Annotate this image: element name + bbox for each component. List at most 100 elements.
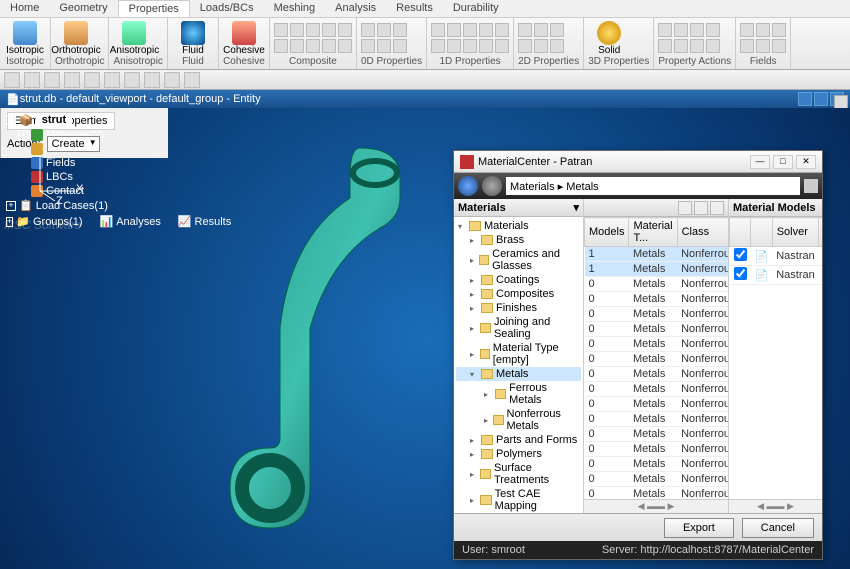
material-tree-item[interactable]: ▸Coatings [456,273,581,287]
refresh-icon[interactable] [804,179,818,193]
quick-icon[interactable] [124,72,140,88]
view-icon[interactable] [678,201,692,215]
fields-tool-icon[interactable] [772,39,786,53]
quick-icon[interactable] [4,72,20,88]
material-tree-item[interactable]: ▸Polymers [456,447,581,461]
column-header[interactable]: Models [585,218,629,247]
nav-forward-icon[interactable] [482,176,502,196]
anisotropic-button[interactable]: Anisotropic [113,21,155,56]
action-tool-icon[interactable] [658,39,672,53]
composite-tool-icon[interactable] [290,23,304,37]
table-row[interactable]: 0MetalsNonferrou [585,292,729,307]
view-icon[interactable] [694,201,708,215]
column-header[interactable]: Material T... [629,218,677,247]
composite-tool-icon[interactable] [290,39,304,53]
composite-tool-icon[interactable] [322,23,336,37]
1d-tool-icon[interactable] [447,39,461,53]
material-tree-item[interactable]: ▸Surface Treatments [456,461,581,487]
ribbon-tab-results[interactable]: Results [386,0,443,17]
composite-tool-icon[interactable] [306,39,320,53]
material-tree-item[interactable]: ▾Materials [456,219,581,233]
fields-tool-icon[interactable] [772,23,786,37]
fields-tool-icon[interactable] [756,23,770,37]
table-row[interactable]: 0MetalsNonferrou [585,487,729,500]
ribbon-tab-durability[interactable]: Durability [443,0,509,17]
ribbon-tab-geometry[interactable]: Geometry [49,0,117,17]
tree-root[interactable]: strut [36,113,72,127]
expand-icon[interactable]: + [6,201,16,211]
maximize-icon[interactable]: □ [773,155,793,169]
action-combo[interactable]: Create [47,136,100,152]
column-header[interactable]: Class [677,218,728,247]
fields-tool-icon[interactable] [740,23,754,37]
quick-icon[interactable] [184,72,200,88]
fields-tool-icon[interactable] [740,39,754,53]
composite-tool-icon[interactable] [274,39,288,53]
table-row[interactable]: 0MetalsNonferrou [585,412,729,427]
table-row[interactable]: 0MetalsNonferrou [585,367,729,382]
material-tree-item[interactable]: ▸Composites [456,287,581,301]
table-row[interactable]: 0MetalsNonferrou [585,427,729,442]
ribbon-tab-meshing[interactable]: Meshing [264,0,326,17]
material-tree-item[interactable]: ▾Metals [456,367,581,381]
0d-tool-icon[interactable] [377,23,391,37]
table-row[interactable]: 1MetalsNonferrou [585,247,729,262]
1d-tool-icon[interactable] [479,23,493,37]
isotropic-button[interactable]: Isotropic [4,21,46,56]
cohesive-button[interactable]: Cohesive [223,21,265,56]
action-tool-icon[interactable] [658,23,672,37]
nav-back-icon[interactable] [458,176,478,196]
horizontal-scrollbar[interactable]: ◀ ▬▬ ▶ [729,499,822,513]
action-tool-icon[interactable] [690,39,704,53]
2d-tool-icon[interactable] [534,23,548,37]
orthotropic-button[interactable]: Orthotropic [55,21,97,56]
ribbon-tab-loads/bcs[interactable]: Loads/BCs [190,0,264,17]
quick-icon[interactable] [144,72,160,88]
table-row[interactable]: 0MetalsNonferrou [585,307,729,322]
solid-button[interactable]: Solid [588,21,630,56]
expand-icon[interactable]: + [18,130,28,140]
horizontal-scrollbar[interactable]: ◀ ▬▬ ▶ [584,499,728,513]
table-row[interactable]: 0MetalsNonferrou [585,277,729,292]
tree-analyses[interactable]: Analyses [116,216,161,228]
row-checkbox[interactable] [734,248,747,261]
table-row[interactable]: 📄NastranMAT1 [730,247,823,266]
minimize-icon[interactable]: — [750,155,770,169]
0d-tool-icon[interactable] [377,39,391,53]
view-icon[interactable] [710,201,724,215]
quick-icon[interactable] [164,72,180,88]
breadcrumb[interactable]: Materials ▸ Metals [506,177,800,195]
material-tree-item[interactable]: ▸Material Type [empty] [456,341,581,367]
column-header[interactable] [730,218,751,247]
material-tree-item[interactable]: ▸Parts and Forms [456,433,581,447]
export-button[interactable]: Export [664,518,734,538]
table-row[interactable]: 0MetalsNonferrou [585,397,729,412]
column-header[interactable]: Card T [819,218,822,247]
0d-tool-icon[interactable] [361,39,375,53]
2d-tool-icon[interactable] [518,23,532,37]
composite-tool-icon[interactable] [322,39,336,53]
0d-tool-icon[interactable] [361,23,375,37]
quick-icon[interactable] [84,72,100,88]
action-tool-icon[interactable] [706,23,720,37]
expand-icon[interactable]: − [6,115,16,125]
2d-tool-icon[interactable] [550,23,564,37]
1d-tool-icon[interactable] [479,39,493,53]
column-header[interactable]: Solver [772,218,819,247]
action-tool-icon[interactable] [674,39,688,53]
material-tree-item[interactable]: ▸Ferrous Metals [456,381,581,407]
material-tree-item[interactable]: ▸Ceramics and Glasses [456,247,581,273]
table-row[interactable]: 1MetalsNonferrou [585,262,729,277]
1d-tool-icon[interactable] [495,39,509,53]
material-tree-item[interactable]: ▸Finishes [456,301,581,315]
maximize-icon[interactable] [814,92,828,106]
quick-icon[interactable] [64,72,80,88]
ribbon-tab-home[interactable]: Home [0,0,49,17]
fluid-button[interactable]: Fluid [172,21,214,56]
material-tree-item[interactable]: ▸Nonferrous Metals [456,407,581,433]
fields-tool-icon[interactable] [756,39,770,53]
1d-tool-icon[interactable] [463,39,477,53]
table-row[interactable]: 0MetalsNonferrou [585,472,729,487]
2d-tool-icon[interactable] [518,39,532,53]
action-tool-icon[interactable] [706,39,720,53]
